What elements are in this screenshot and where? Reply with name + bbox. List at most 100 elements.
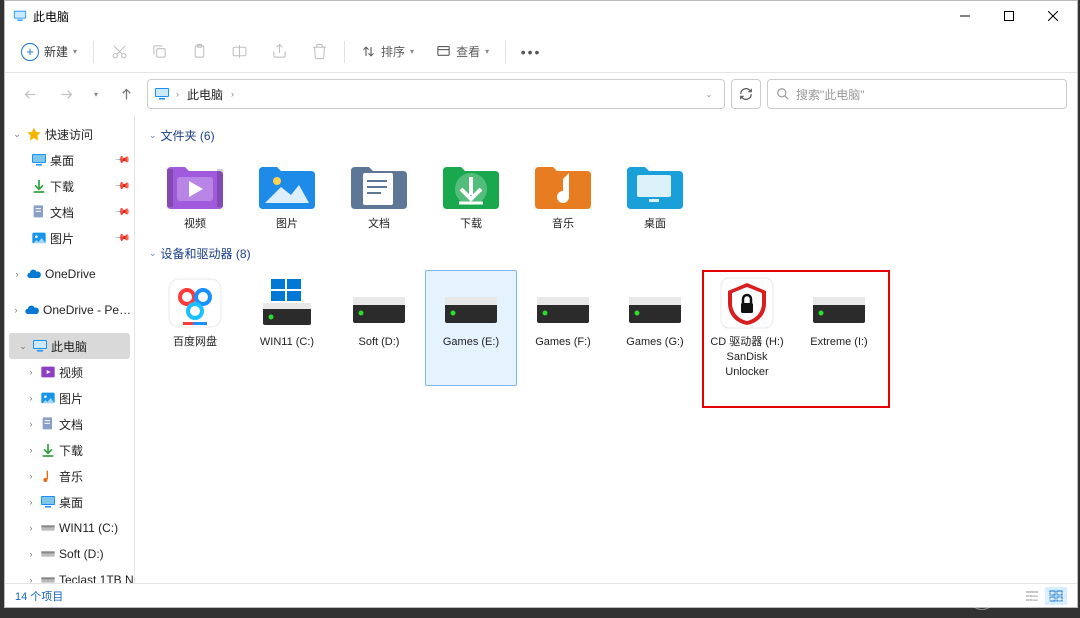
plus-icon: + [21,43,39,61]
drive-item[interactable]: Games (E:) [425,270,517,387]
item-label: Games (E:) [443,335,499,350]
folder-icon [531,159,595,211]
copy-button[interactable] [140,35,178,69]
chevron-right-icon: › [11,269,23,279]
explorer-window: 此电脑 + 新建 ▾ 排序 ▾ 查看 ▾ ••• [4,0,1078,608]
sidebar: ⌄ 快速访问 桌面📌下载📌文档📌图片📌 › OneDrive › OneDriv… [5,115,135,583]
pin-icon: 📌 [113,178,130,195]
sidebar-item[interactable]: ›视频 [5,359,134,385]
item-label: WIN11 (C:) [260,335,314,350]
breadcrumb-item[interactable]: 此电脑 [185,86,225,103]
sidebar-item[interactable]: 图片📌 [5,225,134,251]
forward-button[interactable] [51,79,81,109]
maximize-button[interactable] [987,1,1031,31]
sidebar-quick-access[interactable]: ⌄ 快速访问 [5,121,134,147]
folder-item[interactable]: 下载 [425,152,517,239]
folder-icon [623,159,687,211]
share-button[interactable] [260,35,298,69]
drive-item[interactable]: WIN11 (C:) [241,270,333,387]
folder-icon [347,159,411,211]
item-label: 下载 [460,217,482,232]
sidebar-item[interactable]: ›音乐 [5,463,134,489]
item-label: Extreme (I:) [810,335,867,350]
folder-item[interactable]: 桌面 [609,152,701,239]
drive-item[interactable]: 百度网盘 [149,270,241,387]
folder-icon [163,159,227,211]
cloud-icon [26,266,42,282]
sidebar-item[interactable]: ›Soft (D:) [5,541,134,567]
this-pc-icon [32,338,48,354]
sort-icon [361,44,376,59]
chevron-right-icon: › [25,549,37,559]
rename-button[interactable] [220,35,258,69]
view-icons-button[interactable] [1045,587,1067,605]
sidebar-item[interactable]: 文档📌 [5,199,134,225]
item-label: 桌面 [644,217,666,232]
chevron-right-icon: › [11,305,21,315]
folder-item[interactable]: 文档 [333,152,425,239]
recent-button[interactable]: ▾ [87,79,105,109]
group-folders-title: 文件夹 (6) [161,127,215,144]
view-details-button[interactable] [1021,587,1043,605]
titlebar: 此电脑 [5,1,1077,31]
address-bar[interactable]: › 此电脑 › ⌄ [147,79,725,109]
folder-item[interactable]: 音乐 [517,152,609,239]
refresh-button[interactable] [731,79,761,109]
minimize-button[interactable] [943,1,987,31]
more-button[interactable]: ••• [512,35,550,69]
body: ⌄ 快速访问 桌面📌下载📌文档📌图片📌 › OneDrive › OneDriv… [5,115,1077,583]
star-icon [26,126,42,142]
sidebar-item[interactable]: 下载📌 [5,173,134,199]
chevron-down-icon: ⌄ [149,130,157,141]
chevron-right-icon: › [25,393,37,403]
drive-item[interactable]: Games (F:) [517,270,609,387]
search-icon [776,87,790,101]
folder-icon [255,159,319,211]
view-button[interactable]: 查看 ▾ [426,35,499,69]
view-icon [436,44,451,59]
drive-item[interactable]: Soft (D:) [333,270,425,387]
drive-icon [347,277,411,329]
chevron-right-icon: › [25,523,37,533]
drive-item[interactable]: Extreme (I:) [793,270,885,387]
sidebar-item[interactable]: ›图片 [5,385,134,411]
search-input[interactable]: 搜索"此电脑" [767,79,1067,109]
drive-item[interactable]: CD 驱动器 (H:) SanDisk Unlocker [701,270,793,387]
sidebar-item[interactable]: ›桌面 [5,489,134,515]
content-area[interactable]: ⌄ 文件夹 (6) 视频图片 文档下载 音乐桌面 ⌄ 设备和驱动器 (8) 百度网盘… [135,115,1077,583]
group-folders-header[interactable]: ⌄ 文件夹 (6) [149,127,1063,144]
drive-icon [807,277,871,329]
sidebar-this-pc[interactable]: ⌄ 此电脑 [9,333,130,359]
sidebar-item[interactable]: ›WIN11 (C:) [5,515,134,541]
group-drives-header[interactable]: ⌄ 设备和驱动器 (8) [149,245,1063,262]
sidebar-onedrive-personal[interactable]: › OneDrive - Personal [5,297,134,323]
item-label: 图片 [276,217,298,232]
new-label: 新建 [44,43,68,60]
sort-button[interactable]: 排序 ▾ [351,35,424,69]
chevron-right-icon: › [25,497,37,507]
chevron-right-icon: › [25,445,37,455]
chevron-right-icon: › [176,89,179,99]
status-bar: 14 个项目 [5,583,1077,607]
sidebar-item[interactable]: ›文档 [5,411,134,437]
close-button[interactable] [1031,1,1075,31]
drive-item[interactable]: Games (G:) [609,270,701,387]
back-button[interactable] [15,79,45,109]
chevron-right-icon: › [25,367,37,377]
up-button[interactable] [111,79,141,109]
delete-button[interactable] [300,35,338,69]
paste-button[interactable] [180,35,218,69]
sidebar-item[interactable]: 桌面📌 [5,147,134,173]
cut-button[interactable] [100,35,138,69]
sidebar-item[interactable]: ›下载 [5,437,134,463]
chevron-down-icon: ⌄ [11,129,23,140]
address-dropdown[interactable]: ⌄ [696,81,722,107]
search-placeholder: 搜索"此电脑" [796,86,865,103]
sidebar-item[interactable]: ›Teclast 1TB N [5,567,134,583]
folder-item[interactable]: 视频 [149,152,241,239]
window-title: 此电脑 [33,8,69,25]
new-button[interactable]: + 新建 ▾ [11,35,87,69]
sidebar-onedrive[interactable]: › OneDrive [5,261,134,287]
folder-item[interactable]: 图片 [241,152,333,239]
status-text: 14 个项目 [15,588,63,604]
